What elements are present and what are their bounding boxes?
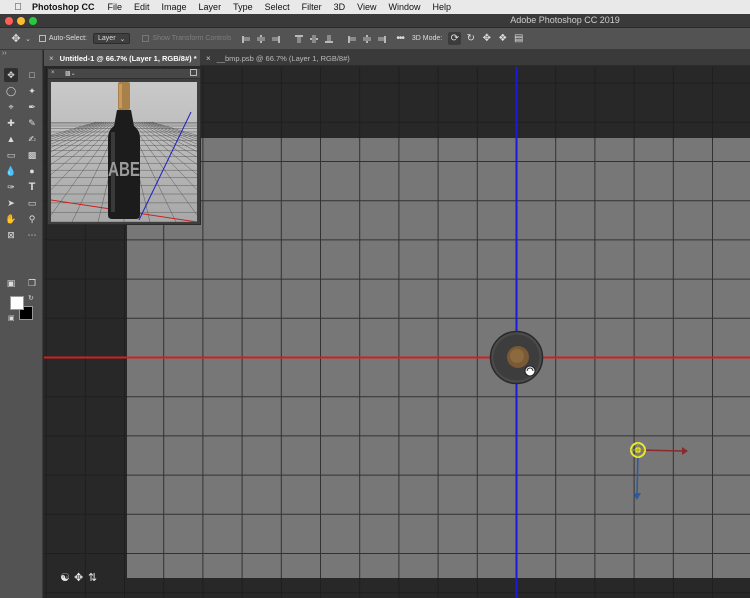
orbit-3d-camera-icon[interactable]: ⟳ bbox=[448, 32, 462, 45]
tools-panel: ›› ✥ □ ◯ ✦ ⌖ ✒ ✚ ✎ ▲ ✍ ▭ ▩ 💧 ● ✑ T ➤ ▭ ✋… bbox=[0, 50, 43, 598]
tab-untitled-1[interactable]: × Untitled-1 @ 66.7% (Layer 1, RGB/8#) * bbox=[44, 50, 200, 66]
type-icon[interactable]: T bbox=[25, 180, 39, 194]
tab-label: Untitled-1 @ 66.7% (Layer 1, RGB/8#) * bbox=[59, 53, 197, 63]
auto-select-target-dropdown[interactable]: Layer ⌄ bbox=[93, 33, 131, 44]
eyedropper-icon[interactable]: ✒ bbox=[25, 100, 39, 114]
roll-3d-camera-icon[interactable]: ↻ bbox=[464, 32, 477, 45]
hand-icon[interactable]: ✋ bbox=[4, 212, 18, 226]
marquee-icon[interactable]: □ bbox=[25, 68, 39, 82]
menu-file[interactable]: File bbox=[108, 2, 123, 12]
window-title-bar: Adobe Photoshop CC 2019 bbox=[0, 14, 750, 28]
path-selection-icon[interactable]: ➤ bbox=[4, 196, 18, 210]
3d-mode-label: 3D Mode: bbox=[411, 35, 443, 42]
slide-3d-camera-icon[interactable]: ❖ bbox=[496, 32, 509, 45]
clone-stamp-icon[interactable]: ▲ bbox=[4, 132, 18, 146]
align-vertical-centers-icon[interactable] bbox=[309, 34, 319, 44]
menu-view[interactable]: View bbox=[357, 2, 376, 12]
options-bar: ✥ ⌄ Auto-Select: Layer ⌄ Show Transform … bbox=[0, 28, 750, 50]
menu-window[interactable]: Window bbox=[388, 2, 420, 12]
menu-select[interactable]: Select bbox=[265, 2, 290, 12]
camera-view-header: × ▩⌄ bbox=[48, 69, 200, 79]
auto-select-target-value: Layer bbox=[98, 35, 116, 42]
auto-select-checkbox[interactable] bbox=[38, 35, 46, 42]
distribute-centers-icon[interactable] bbox=[362, 34, 372, 44]
menu-help[interactable]: Help bbox=[432, 2, 451, 12]
blur-icon[interactable]: 💧 bbox=[4, 164, 18, 178]
window-title: Adobe Photoshop CC 2019 bbox=[510, 15, 620, 25]
menu-filter[interactable]: Filter bbox=[302, 2, 322, 12]
align-bottom-edges-icon[interactable] bbox=[324, 34, 334, 44]
crop-icon[interactable]: ⌖ bbox=[4, 100, 18, 114]
pen-icon[interactable]: ✑ bbox=[4, 180, 18, 194]
menu-image[interactable]: Image bbox=[162, 2, 187, 12]
auto-select-label: Auto-Select: bbox=[48, 35, 88, 42]
frame-icon[interactable]: ⊠ bbox=[4, 228, 18, 242]
eraser-icon[interactable]: ▭ bbox=[4, 148, 18, 162]
brush-icon[interactable]: ✎ bbox=[25, 116, 39, 130]
zoom-3d-camera-icon[interactable]: ▤ bbox=[512, 32, 525, 45]
more-options-icon[interactable]: ••• bbox=[396, 33, 404, 44]
show-transform-controls-checkbox[interactable] bbox=[142, 35, 150, 42]
menu-type[interactable]: Type bbox=[233, 2, 253, 12]
3d-camera-view-panel[interactable]: × ▩⌄ ABE bbox=[47, 68, 201, 225]
app-menu[interactable]: Photoshop CC bbox=[32, 2, 95, 12]
chevron-down-icon: ⌄ bbox=[119, 35, 126, 43]
default-colors-icon[interactable]: ▣ bbox=[8, 314, 15, 322]
menu-edit[interactable]: Edit bbox=[134, 2, 150, 12]
3d-dolly-widget-icon[interactable]: ⇅ bbox=[88, 571, 97, 584]
bottle-label: ABE bbox=[108, 159, 140, 181]
menu-3d[interactable]: 3D bbox=[334, 2, 346, 12]
perspective-view: ABE bbox=[51, 82, 197, 222]
align-horizontal-centers-icon[interactable] bbox=[256, 34, 266, 44]
move-icon[interactable]: ✥ bbox=[4, 68, 18, 82]
show-transform-controls-label: Show Transform Controls bbox=[152, 35, 232, 42]
mac-menu-bar:  Photoshop CC File Edit Image Layer Typ… bbox=[0, 0, 750, 14]
dodge-icon[interactable]: ● bbox=[25, 164, 39, 178]
distribute-right-icon[interactable] bbox=[377, 34, 387, 44]
close-camera-view-icon[interactable]: × bbox=[51, 70, 55, 76]
close-tab-icon[interactable]: × bbox=[49, 54, 54, 63]
lasso-icon[interactable]: ◯ bbox=[4, 84, 18, 98]
tab-label: __bmp.psb @ 66.7% (Layer 1, RGB/8#) bbox=[216, 53, 350, 63]
align-right-edges-icon[interactable] bbox=[271, 34, 281, 44]
document-tab-bar: × Untitled-1 @ 66.7% (Layer 1, RGB/8#) *… bbox=[44, 50, 750, 66]
zoom-icon[interactable]: ⚲ bbox=[25, 212, 39, 226]
3d-axis-gizmo[interactable] bbox=[630, 442, 688, 500]
pan-3d-camera-icon[interactable]: ✥ bbox=[480, 32, 493, 45]
menu-layer[interactable]: Layer bbox=[199, 2, 222, 12]
camera-view-select-icon[interactable]: ▩⌄ bbox=[65, 70, 76, 77]
apple-icon[interactable]:  bbox=[11, 2, 25, 13]
tab-bmp-psb[interactable]: × __bmp.psb @ 66.7% (Layer 1, RGB/8#) bbox=[201, 50, 401, 66]
camera-view-viewport[interactable]: ABE bbox=[51, 82, 197, 222]
close-tab-icon[interactable]: × bbox=[206, 54, 211, 63]
screen-mode-icon[interactable]: ❐ bbox=[25, 276, 39, 290]
bottle-top-view[interactable] bbox=[489, 330, 544, 385]
distribute-left-icon[interactable] bbox=[347, 34, 357, 44]
quick-mask-icon[interactable]: ▣ bbox=[4, 276, 18, 290]
chevron-down-icon[interactable]: ⌄ bbox=[25, 35, 31, 43]
3d-pan-widget-icon[interactable]: ✥ bbox=[74, 571, 83, 584]
orbit-cursor-icon bbox=[524, 365, 536, 377]
magic-wand-icon[interactable]: ✦ bbox=[25, 84, 39, 98]
more-tools-icon[interactable]: ⋯ bbox=[25, 228, 39, 242]
gradient-icon[interactable]: ▩ bbox=[25, 148, 39, 162]
3d-orbit-widget-icon[interactable]: ☯ bbox=[60, 571, 70, 584]
swap-colors-icon[interactable]: ↻ bbox=[28, 294, 34, 302]
align-top-edges-icon[interactable] bbox=[294, 34, 304, 44]
panel-collapse-icon[interactable]: ›› bbox=[0, 50, 43, 65]
foreground-color-swatch[interactable] bbox=[10, 296, 24, 310]
move-tool-preset-icon[interactable]: ✥ bbox=[9, 32, 23, 46]
healing-brush-icon[interactable]: ✚ bbox=[4, 116, 18, 130]
rectangle-icon[interactable]: ▭ bbox=[25, 196, 39, 210]
align-left-edges-icon[interactable] bbox=[241, 34, 251, 44]
maximize-camera-view-icon[interactable] bbox=[190, 69, 197, 76]
history-brush-icon[interactable]: ✍ bbox=[25, 132, 39, 146]
